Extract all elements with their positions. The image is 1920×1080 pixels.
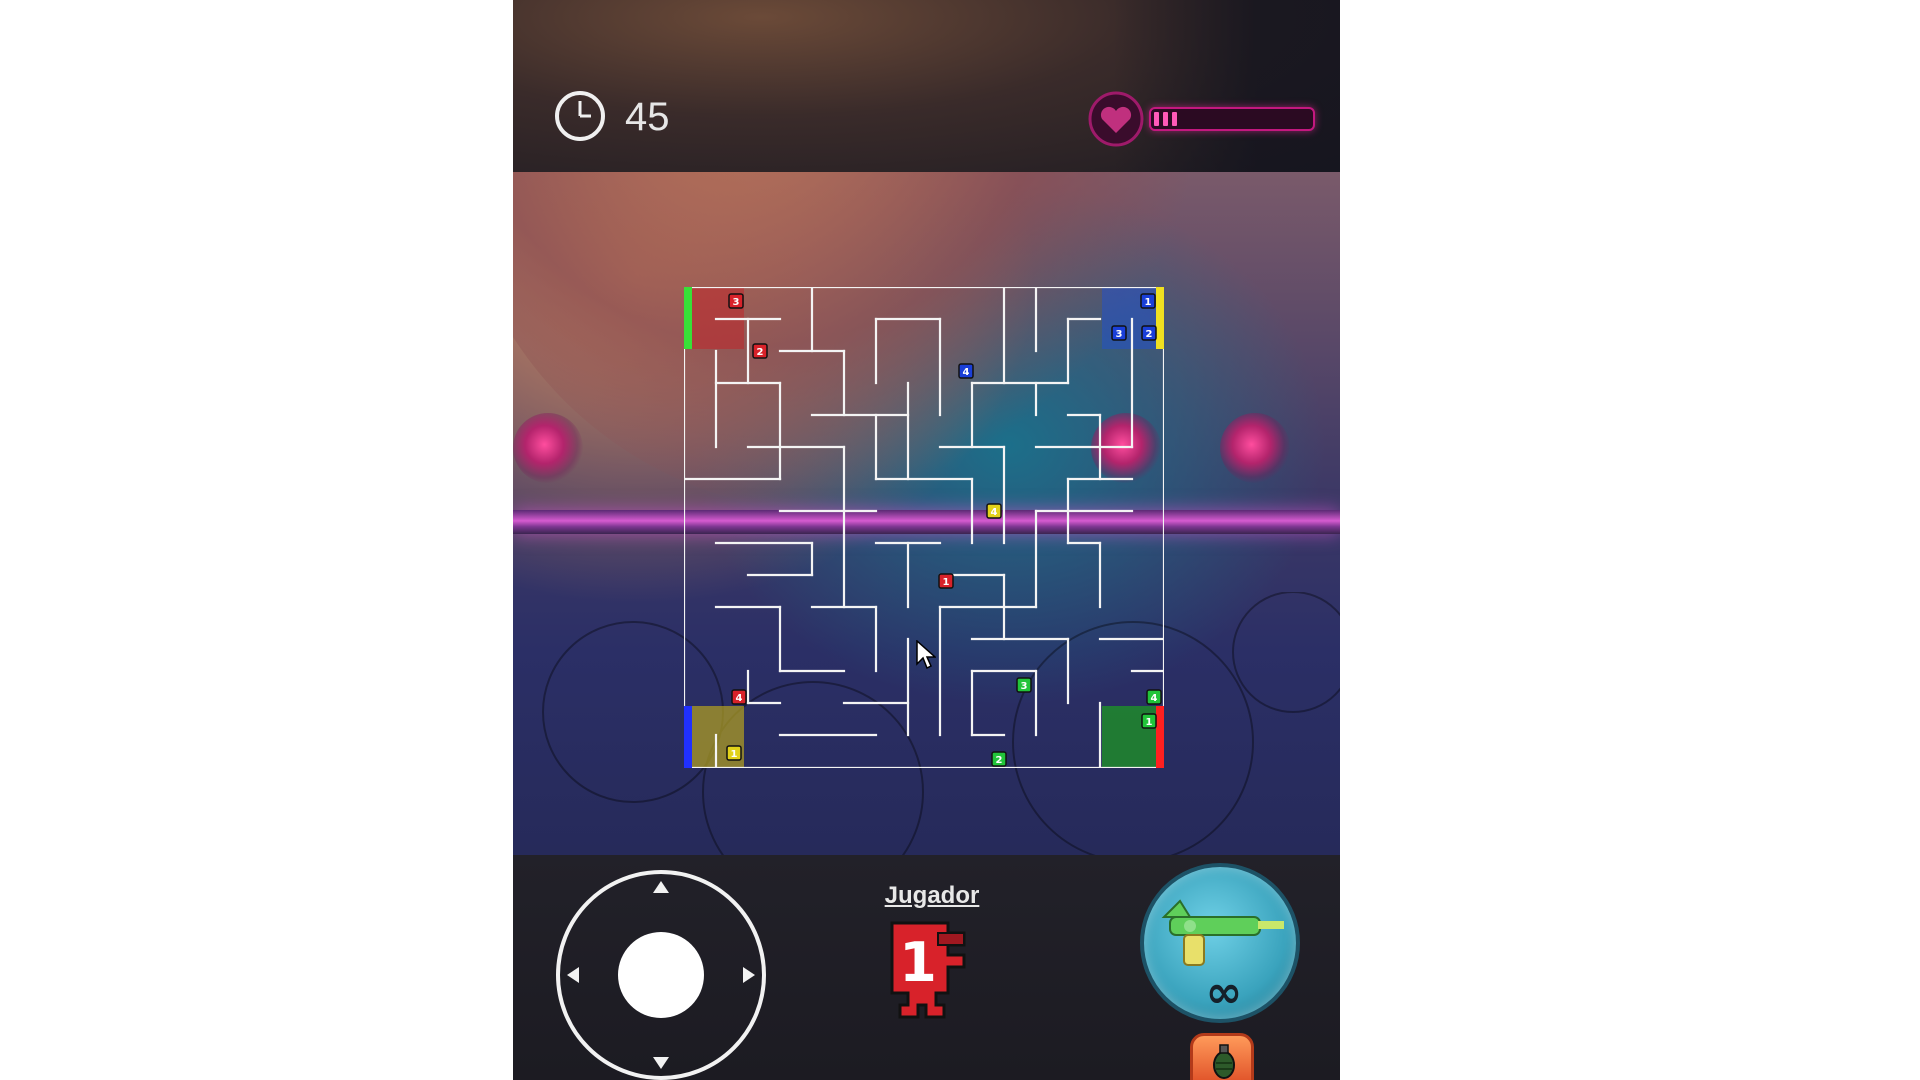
grenade-icon [1213, 1044, 1235, 1079]
maze-walls [684, 287, 1164, 768]
token-label: 3 [1021, 681, 1028, 692]
blue-player-token: 4 [958, 363, 974, 379]
arrow-up-icon [653, 881, 669, 893]
yellow-player-token: 1 [726, 745, 742, 761]
token-label: 1 [943, 577, 950, 588]
clock-icon [555, 91, 605, 141]
green-player-token: 4 [1146, 689, 1162, 705]
timer-value: 45 [625, 95, 670, 139]
token-label: 4 [991, 507, 998, 518]
edge-marker-blue [684, 706, 692, 768]
arrow-left-icon [567, 967, 579, 983]
edge-marker-green [684, 287, 692, 349]
token-label: 4 [1151, 693, 1158, 704]
pink-orb [1220, 413, 1290, 483]
ammo-count: ∞ [1205, 967, 1243, 1018]
ray-gun-icon [1161, 899, 1284, 966]
player-number: 1 [899, 931, 937, 994]
edge-marker-red [1156, 706, 1164, 768]
health-bar [1149, 107, 1315, 131]
edge-marker-yellow [1156, 287, 1164, 349]
token-label: 1 [1145, 297, 1152, 308]
weapon-button[interactable]: ∞ [1140, 863, 1300, 1023]
token-label: 3 [733, 297, 740, 308]
grenade-button[interactable] [1190, 1033, 1254, 1080]
maze-board: 3 2 1 4 1 3 2 4 4 1 3 4 1 2 [684, 287, 1164, 768]
token-label: 4 [963, 367, 970, 378]
blue-player-token: 3 [1111, 325, 1127, 341]
player-badge-icon: 1 [890, 921, 966, 1019]
red-player-token: 2 [752, 343, 768, 359]
game-screen: 45 3 2 1 4 1 3 2 4 4 1 3 4 1 2 Jugador 1… [513, 0, 1340, 1080]
arrow-down-icon [653, 1057, 669, 1069]
green-player-token: 1 [1141, 713, 1157, 729]
mouse-cursor [916, 640, 936, 670]
blue-player-token: 2 [1141, 325, 1157, 341]
game-arena: 3 2 1 4 1 3 2 4 4 1 3 4 1 2 [513, 172, 1340, 855]
red-player-token: 3 [728, 293, 744, 309]
token-label: 1 [1146, 717, 1153, 728]
token-label: 2 [1146, 329, 1153, 340]
pink-orb [513, 413, 583, 483]
token-label: 3 [1116, 329, 1123, 340]
arrow-right-icon [743, 967, 755, 983]
player-tokens: 3 2 1 4 1 3 2 4 4 1 3 4 1 2 [726, 293, 1162, 767]
red-player-token: 1 [938, 573, 954, 589]
token-label: 1 [731, 749, 738, 760]
red-player-token: 4 [731, 689, 747, 705]
top-hud: 45 [513, 0, 1340, 172]
token-label: 2 [757, 347, 764, 358]
joystick-icon[interactable] [555, 869, 767, 1080]
yellow-player-token: 4 [986, 503, 1002, 519]
joystick-thumb [618, 932, 704, 1018]
blue-player-token: 1 [1140, 293, 1156, 309]
player-label: Jugador [884, 882, 980, 909]
green-player-token: 3 [1016, 677, 1032, 693]
token-label: 4 [736, 693, 743, 704]
bottom-hud: Jugador 1 ∞ [513, 855, 1340, 1080]
token-label: 2 [996, 755, 1003, 766]
health-fill [1154, 112, 1177, 126]
green-player-token: 2 [991, 751, 1007, 767]
heart-icon [1088, 91, 1144, 147]
